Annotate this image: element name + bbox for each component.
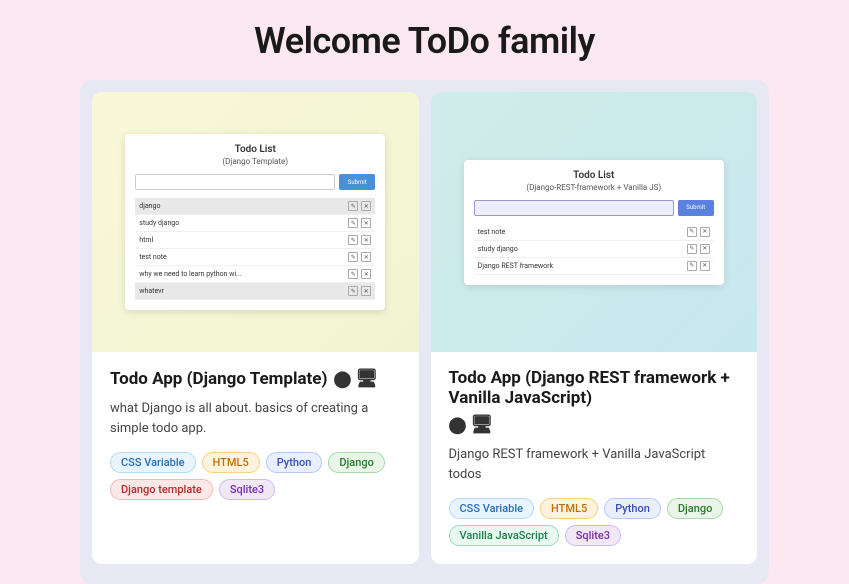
tags-left: CSS Variable HTML5 Python Django Django … xyxy=(110,452,401,500)
github-icon-left[interactable]: ⬤ xyxy=(333,369,351,388)
mini-submit-left[interactable]: Submit xyxy=(339,174,375,190)
delete-icon-r2[interactable]: ✕ xyxy=(700,244,710,254)
edit-icon-5[interactable]: ✎ xyxy=(348,269,358,279)
mini-item-text-5: why we need to learn python wi... xyxy=(139,270,344,278)
edit-icon-r3[interactable]: ✎ xyxy=(687,261,697,271)
card-body-left: Todo App (Django Template) ⬤ 🖥 what Djan… xyxy=(92,352,419,564)
tag-django-template-left[interactable]: Django template xyxy=(110,479,213,500)
mini-item-r3: Django REST framework ✎ ✕ xyxy=(474,258,714,275)
tag-css-variable-right[interactable]: CSS Variable xyxy=(449,498,535,519)
mini-item-text-1: django xyxy=(139,202,344,210)
mini-subtitle-left: (Django Template) xyxy=(135,157,375,166)
card-title-icons-right: ⬤ 🖥 xyxy=(449,414,494,435)
mini-submit-right[interactable]: Submit xyxy=(678,200,714,216)
mini-item-text-6: whatevr xyxy=(139,287,344,295)
mini-item-r2: study django ✎ ✕ xyxy=(474,241,714,258)
tag-vanilla-js-right[interactable]: Vanilla JavaScript xyxy=(449,525,559,546)
delete-icon-6[interactable]: ✕ xyxy=(361,286,371,296)
tag-html5-left[interactable]: HTML5 xyxy=(202,452,260,473)
card-title-text-right: Todo App (Django REST framework + Vanill… xyxy=(449,368,740,408)
tag-css-variable-left[interactable]: CSS Variable xyxy=(110,452,196,473)
tag-django-right[interactable]: Django xyxy=(667,498,723,519)
mini-item-text-3: html xyxy=(139,236,344,244)
mini-item-text-r3: Django REST framework xyxy=(478,262,683,270)
card-title-icons-left: ⬤ 🖥 xyxy=(333,368,378,389)
card-preview-left: Todo List (Django Template) Submit djang… xyxy=(92,92,419,352)
mini-submit-label-right: Submit xyxy=(686,204,705,211)
card-title-left: Todo App (Django Template) ⬤ 🖥 xyxy=(110,368,401,389)
mini-title-right: Todo List xyxy=(474,170,714,181)
mini-item-2: study django ✎ ✕ xyxy=(135,215,375,232)
monitor-icon-right[interactable]: 🖥 xyxy=(470,414,493,435)
tags-right: CSS Variable HTML5 Python Django Vanilla… xyxy=(449,498,740,546)
edit-icon-r1[interactable]: ✎ xyxy=(687,227,697,237)
card-title-right: Todo App (Django REST framework + Vanill… xyxy=(449,368,740,435)
mini-item-text-r1: test note xyxy=(478,228,683,236)
delete-icon-4[interactable]: ✕ xyxy=(361,252,371,262)
tag-python-right[interactable]: Python xyxy=(604,498,661,519)
edit-icon-3[interactable]: ✎ xyxy=(348,235,358,245)
page-header: Welcome ToDo family xyxy=(0,0,849,80)
delete-icon-r1[interactable]: ✕ xyxy=(700,227,710,237)
mini-item-text-r2: study django xyxy=(478,245,683,253)
cards-container: Todo List (Django Template) Submit djang… xyxy=(80,80,769,584)
mini-item-3: html ✎ ✕ xyxy=(135,232,375,249)
delete-icon-1[interactable]: ✕ xyxy=(361,201,371,211)
mini-todo-left: Todo List (Django Template) Submit djang… xyxy=(125,134,385,310)
tag-sqlite-right[interactable]: Sqlite3 xyxy=(565,525,621,546)
tag-sqlite-left[interactable]: Sqlite3 xyxy=(219,479,275,500)
edit-icon-4[interactable]: ✎ xyxy=(348,252,358,262)
github-icon-right[interactable]: ⬤ xyxy=(449,415,467,434)
edit-icon-2[interactable]: ✎ xyxy=(348,218,358,228)
mini-input-left[interactable] xyxy=(135,174,335,190)
edit-icon-1[interactable]: ✎ xyxy=(348,201,358,211)
edit-icon-r2[interactable]: ✎ xyxy=(687,244,697,254)
tag-html5-right[interactable]: HTML5 xyxy=(540,498,598,519)
card-desc-left: what Django is all about. basics of crea… xyxy=(110,399,401,438)
monitor-icon-left[interactable]: 🖥 xyxy=(355,368,378,389)
mini-subtitle-right: (Django-REST-framework + Vanilla JS) xyxy=(474,183,714,192)
mini-input-right[interactable] xyxy=(474,200,674,216)
mini-item-1: django ✎ ✕ xyxy=(135,198,375,215)
tag-django-left[interactable]: Django xyxy=(328,452,384,473)
page-title: Welcome ToDo family xyxy=(0,20,849,62)
card-django-rest[interactable]: Todo List (Django-REST-framework + Vanil… xyxy=(431,92,758,564)
mini-todo-right: Todo List (Django-REST-framework + Vanil… xyxy=(464,160,724,285)
mini-submit-label-left: Submit xyxy=(348,179,367,186)
mini-item-4: test note ✎ ✕ xyxy=(135,249,375,266)
delete-icon-3[interactable]: ✕ xyxy=(361,235,371,245)
mini-item-6: whatevr ✎ ✕ xyxy=(135,283,375,300)
mini-item-r1: test note ✎ ✕ xyxy=(474,224,714,241)
delete-icon-r3[interactable]: ✕ xyxy=(700,261,710,271)
card-preview-right: Todo List (Django-REST-framework + Vanil… xyxy=(431,92,758,352)
card-body-right: Todo App (Django REST framework + Vanill… xyxy=(431,352,758,564)
delete-icon-2[interactable]: ✕ xyxy=(361,218,371,228)
edit-icon-6[interactable]: ✎ xyxy=(348,286,358,296)
card-django-template[interactable]: Todo List (Django Template) Submit djang… xyxy=(92,92,419,564)
mini-item-text-4: test note xyxy=(139,253,344,261)
mini-title-left: Todo List xyxy=(135,144,375,155)
tag-python-left[interactable]: Python xyxy=(266,452,323,473)
delete-icon-5[interactable]: ✕ xyxy=(361,269,371,279)
mini-item-5: why we need to learn python wi... ✎ ✕ xyxy=(135,266,375,283)
mini-item-text-2: study django xyxy=(139,219,344,227)
card-title-text-left: Todo App (Django Template) xyxy=(110,369,327,389)
card-desc-right: Django REST framework + Vanilla JavaScri… xyxy=(449,445,740,484)
